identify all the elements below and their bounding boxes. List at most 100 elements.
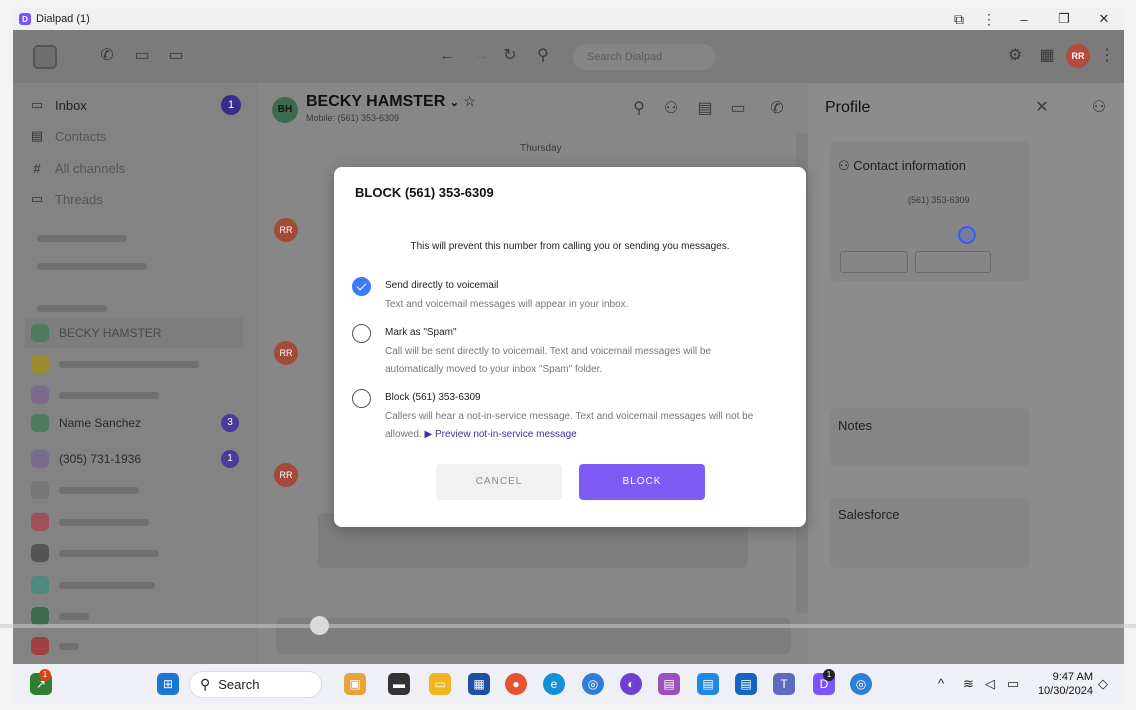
sidebar-item-label: All channels (55, 160, 126, 176)
sidebar-item-inbox[interactable]: ▭ Inbox (29, 94, 87, 116)
app-icon-circle[interactable]: ◎ (850, 673, 872, 695)
briefcase-icon[interactable]: ▣ (344, 673, 366, 695)
back-arrow-icon[interactable]: ← (438, 47, 456, 65)
option-description: Call will be sent directly to voicemail.… (385, 346, 712, 375)
search-input[interactable]: Search Dialpad (573, 44, 716, 70)
contact-row[interactable] (25, 380, 243, 410)
dialpad-app-icon: D (19, 13, 31, 25)
chevron-down-icon: ⌄ (449, 97, 459, 109)
threads-icon: ▭ (30, 191, 44, 206)
sidebar-item-contacts[interactable]: ▤ Contacts (29, 125, 106, 147)
contact-row[interactable]: (305) 731-1936 (25, 444, 243, 474)
notes-card (830, 408, 1030, 466)
window-title: Dialpad (1) (36, 13, 90, 25)
window-titlebar: D Dialpad (1) ⧉ ⋮ – ❐ ✕ (13, 8, 1124, 30)
terminal-icon[interactable]: ▬ (388, 673, 410, 695)
option-description: Text and voicemail messages will appear … (385, 299, 629, 310)
dialpad-logo[interactable] (33, 45, 57, 69)
salesforce-header[interactable]: Salesforce (838, 507, 899, 522)
chat-icon[interactable]: ▭ (133, 47, 151, 65)
contact-row-blurred (59, 549, 159, 557)
volume-icon[interactable]: ◁ (985, 676, 995, 692)
video-icon[interactable]: ▭ (167, 47, 185, 65)
date-separator: Thursday (520, 143, 562, 154)
contact-row-selected[interactable]: BECKY HAMSTER (25, 318, 243, 348)
windows-start-icon[interactable]: ⊞ (157, 673, 179, 695)
app-icon-purple[interactable]: ◐ (620, 673, 642, 695)
chrome-icon[interactable]: ● (505, 673, 527, 695)
radio-spam[interactable] (352, 324, 371, 343)
sidebar-item-channels[interactable]: # All channels (29, 157, 125, 179)
close-window-button[interactable]: ✕ (1084, 8, 1124, 30)
block-number-button[interactable] (915, 251, 991, 273)
contacts-icon: ▤ (30, 128, 44, 143)
wifi-icon[interactable]: ≋ (963, 676, 974, 692)
forward-arrow-icon[interactable]: → (472, 47, 490, 65)
contact-badge: 1 (221, 450, 239, 468)
edge-icon[interactable]: e (543, 673, 565, 695)
conversation-title[interactable]: BECKY HAMSTER ⌄ ☆ (306, 93, 476, 111)
conversation-subtitle: Mobile: (561) 353-6309 (306, 113, 400, 123)
app-icon-violet[interactable]: ▤ (658, 673, 680, 695)
profile-panel: Profile ✕ ⚇ ⚇ Contact information (561) … (808, 83, 1124, 664)
contact-row-blurred (59, 486, 139, 494)
battery-icon[interactable]: ▭ (1007, 676, 1019, 692)
video-icon[interactable]: ▭ (729, 100, 747, 118)
contact-badge: 3 (221, 414, 239, 432)
radio-block[interactable] (352, 389, 371, 408)
contact-row[interactable] (25, 538, 243, 568)
option-description: Callers will hear a not-in-service messa… (385, 411, 754, 440)
search-icon[interactable]: ⚲ (630, 100, 648, 118)
call-icon[interactable]: ✆ (768, 100, 786, 118)
radio-voicemail[interactable] (352, 277, 371, 296)
message-avatar: RR (274, 341, 298, 365)
video-scrubber[interactable] (0, 624, 1136, 628)
person-icon[interactable]: ⚇ (1090, 99, 1108, 117)
contact-avatar (31, 414, 49, 432)
contact-row[interactable] (25, 631, 243, 661)
contact-row-label: (305) 731-1936 (59, 452, 142, 466)
minimize-button[interactable]: – (1004, 8, 1044, 30)
notes-header[interactable]: Notes (838, 418, 872, 433)
contact-info-header[interactable]: ⚇ Contact information (838, 158, 966, 174)
contact-row[interactable] (25, 570, 243, 600)
search-icon[interactable]: ⚲ (534, 47, 552, 65)
contact-row[interactable] (25, 475, 243, 505)
block-button[interactable]: BLOCK (579, 464, 705, 500)
notepad-icon[interactable]: ▤ (697, 673, 719, 695)
contact-row[interactable] (25, 507, 243, 537)
restore-button[interactable]: ❐ (1044, 8, 1084, 30)
phone-icon[interactable]: ✆ (98, 47, 116, 65)
contact-row[interactable]: Name Sanchez (25, 408, 243, 438)
profile-action-button[interactable] (840, 251, 908, 273)
calendar-icon[interactable]: ▦ (1038, 47, 1056, 65)
sidebar-item-threads[interactable]: ▭ Threads (29, 188, 103, 210)
file-explorer-icon[interactable]: ▭ (429, 673, 451, 695)
close-panel-icon[interactable]: ✕ (1033, 99, 1051, 117)
app-icon-blue[interactable]: ◎ (582, 673, 604, 695)
contact-avatar (31, 450, 49, 468)
store-icon[interactable]: ▦ (468, 673, 490, 695)
scrubber-handle[interactable] (310, 616, 329, 635)
add-person-icon[interactable]: ⚇ (662, 100, 680, 118)
extensions-icon[interactable]: ⧉ (944, 8, 974, 30)
cancel-button[interactable]: CANCEL (436, 464, 562, 500)
notification-bell-icon[interactable]: ◇ (1098, 676, 1108, 692)
refresh-icon[interactable]: ↻ (501, 47, 519, 65)
kebab-menu-icon[interactable]: ⋮ (1098, 47, 1116, 65)
chevron-up-icon[interactable]: ^ (938, 676, 944, 691)
star-icon[interactable]: ☆ (463, 93, 476, 109)
taskbar-search[interactable]: ⚲ Search (189, 671, 322, 698)
app-topbar: ✆ ▭ ▭ ← → ↻ ⚲ Search Dialpad ⚙ ▦ RR ⋮ (13, 30, 1124, 83)
contact-row[interactable] (25, 349, 243, 379)
user-avatar[interactable]: RR (1066, 44, 1090, 68)
docs-icon[interactable]: ▤ (735, 673, 757, 695)
sidebar-item-label: Inbox (55, 97, 87, 113)
more-menu-icon[interactable]: ⋮ (974, 8, 1004, 30)
system-clock[interactable]: 9:47 AM 10/30/2024 (1035, 670, 1093, 698)
inbox-icon: ▭ (30, 97, 44, 112)
settings-gear-icon[interactable]: ⚙ (1006, 47, 1024, 65)
teams-icon[interactable]: T (773, 673, 795, 695)
message-icon[interactable]: ▤ (696, 100, 714, 118)
preview-message-link[interactable]: ▶ Preview not-in-service message (424, 429, 576, 440)
